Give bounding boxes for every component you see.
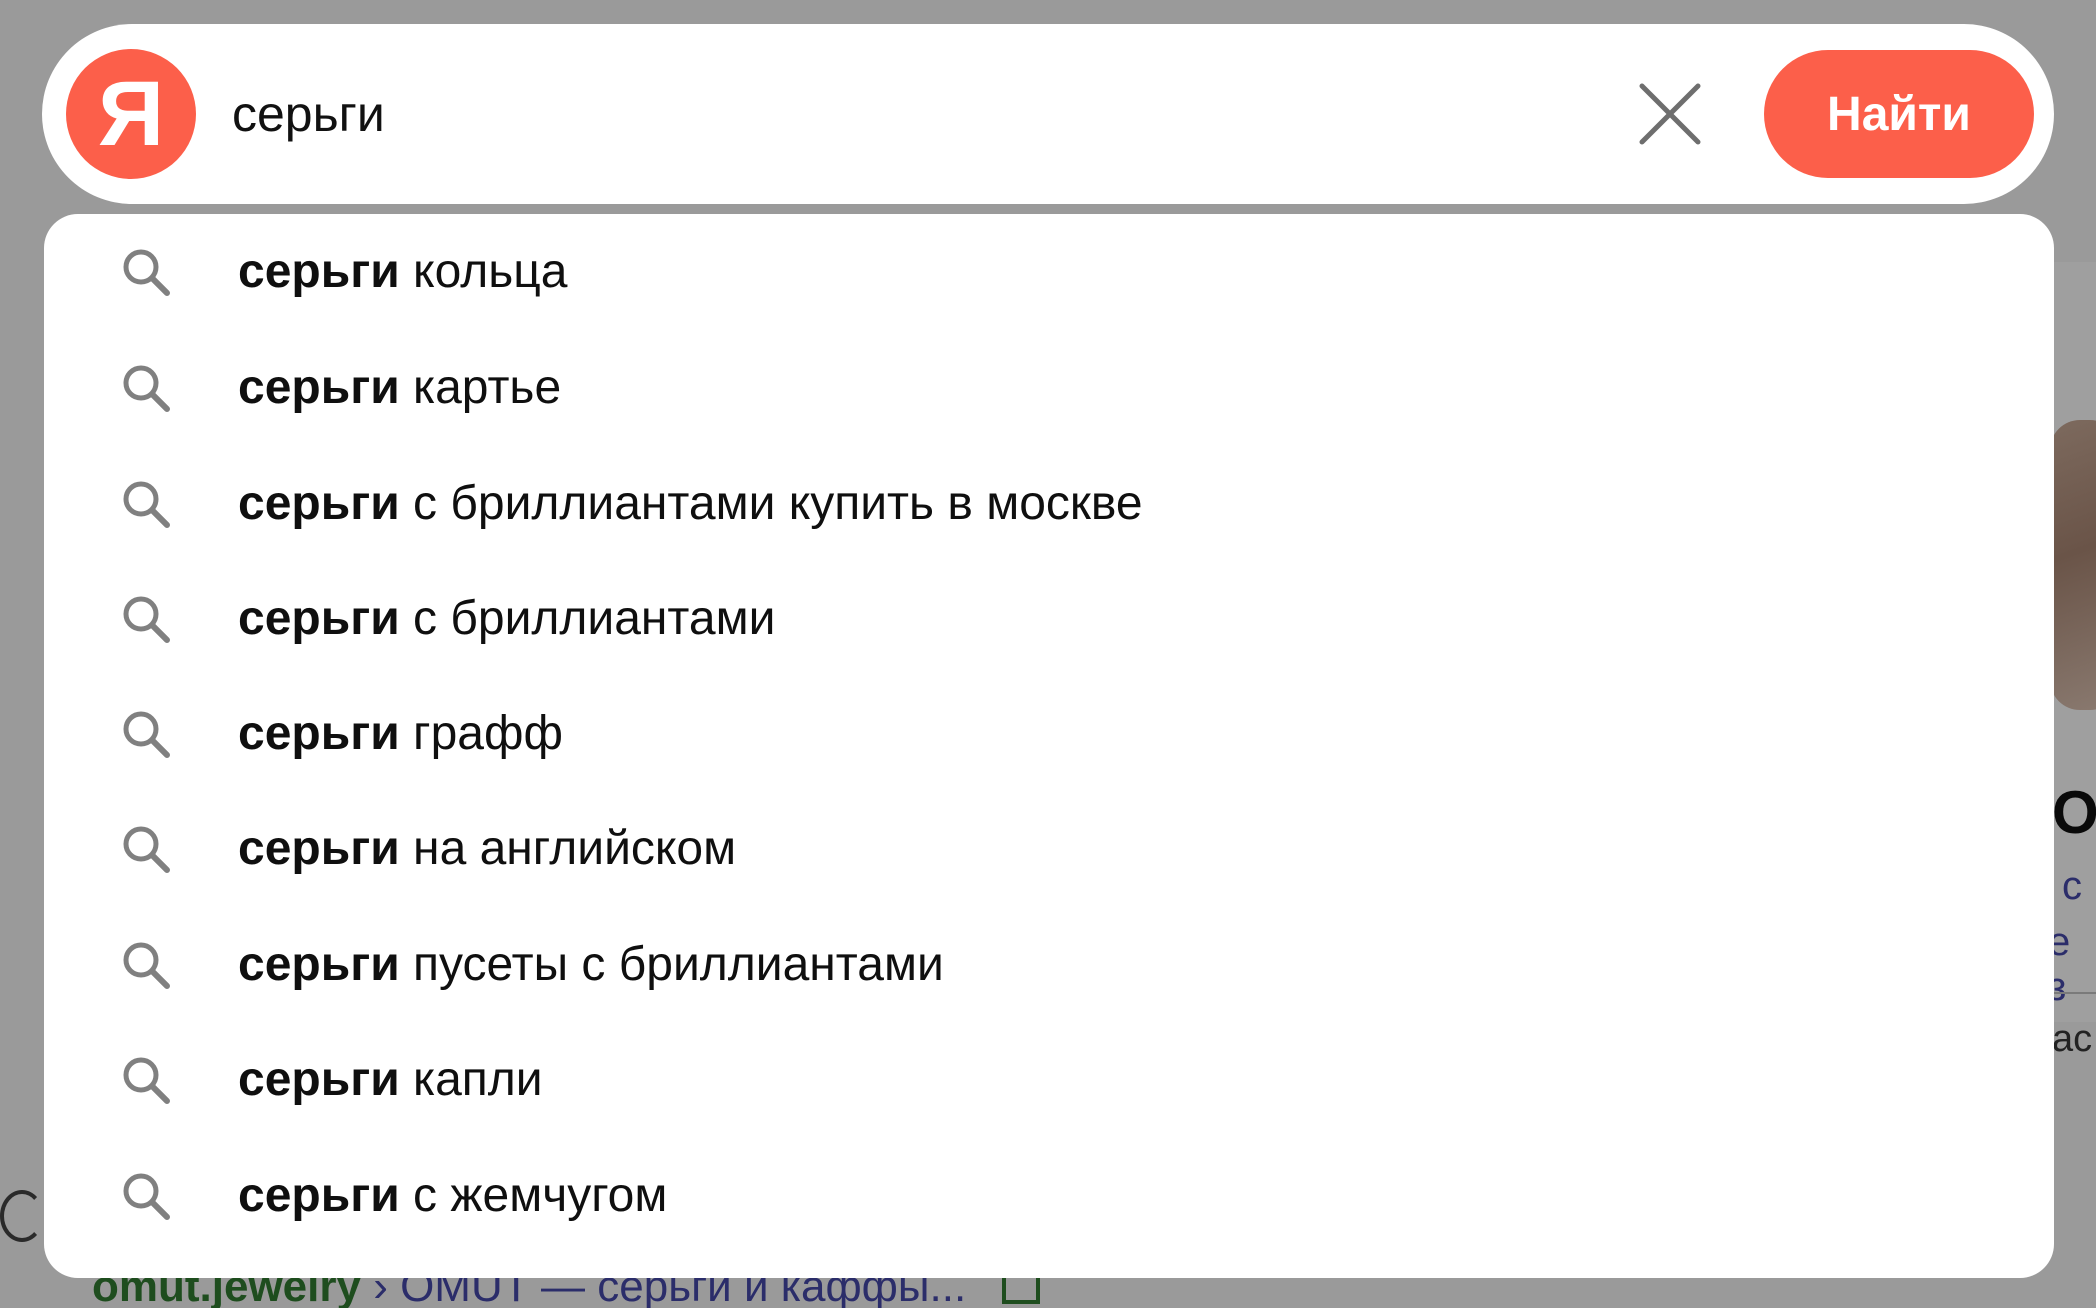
- background-card-link-2: е з: [2048, 920, 2071, 1009]
- suggestion-match: серьги: [238, 938, 400, 991]
- suggestion-item[interactable]: серьги с жемчугом: [44, 1138, 2054, 1254]
- suggestion-item[interactable]: серьги на английском: [44, 791, 2054, 907]
- background-product-image: [2050, 420, 2096, 710]
- background-card-title: О: [2052, 779, 2096, 846]
- suggestion-item[interactable]: серьги капли: [44, 1022, 2054, 1138]
- find-button[interactable]: Найти: [1764, 50, 2034, 178]
- suggestion-item[interactable]: серьги графф: [44, 676, 2054, 792]
- suggestion-completion: картье: [399, 361, 562, 414]
- background-partial-glyph: [0, 1190, 44, 1242]
- suggestion-match: серьги: [238, 1053, 400, 1106]
- suggestion-completion: кольца: [399, 245, 568, 298]
- suggestion-text: серьги на английском: [238, 791, 736, 907]
- suggestion-match: серьги: [238, 477, 400, 530]
- suggestion-match: серьги: [238, 1169, 400, 1222]
- suggestion-text: серьги картье: [238, 330, 561, 446]
- close-icon: [1639, 83, 1701, 145]
- search-icon: [123, 826, 170, 873]
- suggestion-completion: графф: [399, 707, 563, 760]
- logo-letter: Я: [97, 62, 165, 165]
- suggestion-text: серьги пусеты с бриллиантами: [238, 907, 944, 1023]
- suggestion-item[interactable]: серьги пусеты с бриллиантами: [44, 907, 2054, 1023]
- suggestion-completion: с бриллиантами купить в москве: [399, 477, 1143, 530]
- suggestion-item[interactable]: серьги с бриллиантами купить в москве: [44, 446, 2054, 562]
- search-icon: [123, 942, 170, 989]
- suggestion-text: серьги капли: [238, 1022, 543, 1138]
- suggestion-match: серьги: [238, 361, 400, 414]
- search-input[interactable]: [232, 64, 1612, 164]
- search-icon: [123, 596, 170, 643]
- search-icon: [123, 365, 170, 412]
- suggestion-text: серьги с жемчугом: [238, 1138, 667, 1254]
- suggestion-completion: капли: [399, 1053, 543, 1106]
- clear-search-button[interactable]: [1632, 76, 1708, 152]
- suggestion-text: серьги кольца: [238, 214, 567, 330]
- background-card-tag: ас: [2052, 1018, 2093, 1060]
- cart-icon: [1002, 1274, 1041, 1305]
- search-bar: Я Найти: [42, 24, 2054, 204]
- search-icon: [123, 1173, 170, 1220]
- suggestions-dropdown: серьги кольца серьги картье серьги с брилл…: [44, 214, 2054, 1278]
- suggestion-text: серьги с бриллиантами купить в москве: [238, 446, 1143, 562]
- suggestion-item[interactable]: серьги картье: [44, 330, 2054, 446]
- suggestion-text: серьги графф: [238, 676, 563, 792]
- suggestion-match: серьги: [238, 245, 400, 298]
- suggestion-item[interactable]: серьги кольца: [44, 214, 2054, 330]
- suggestion-match: серьги: [238, 822, 400, 875]
- suggestion-text: серьги с бриллиантами: [238, 561, 775, 677]
- suggestion-completion: с жемчугом: [399, 1169, 668, 1222]
- suggestion-match: серьги: [238, 707, 400, 760]
- background-divider: [2052, 992, 2096, 994]
- background-card-link: с: [2062, 864, 2082, 908]
- search-icon: [123, 711, 170, 758]
- suggestion-completion: с бриллиантами: [399, 592, 776, 645]
- search-icon: [123, 249, 170, 296]
- suggestion-completion: пусеты с бриллиантами: [399, 938, 944, 991]
- yandex-logo[interactable]: Я: [66, 49, 196, 179]
- search-icon: [123, 1057, 170, 1104]
- suggestion-match: серьги: [238, 592, 400, 645]
- suggestion-completion: на английском: [399, 822, 737, 875]
- suggestion-item[interactable]: серьги с бриллиантами: [44, 561, 2054, 677]
- search-icon: [123, 481, 170, 528]
